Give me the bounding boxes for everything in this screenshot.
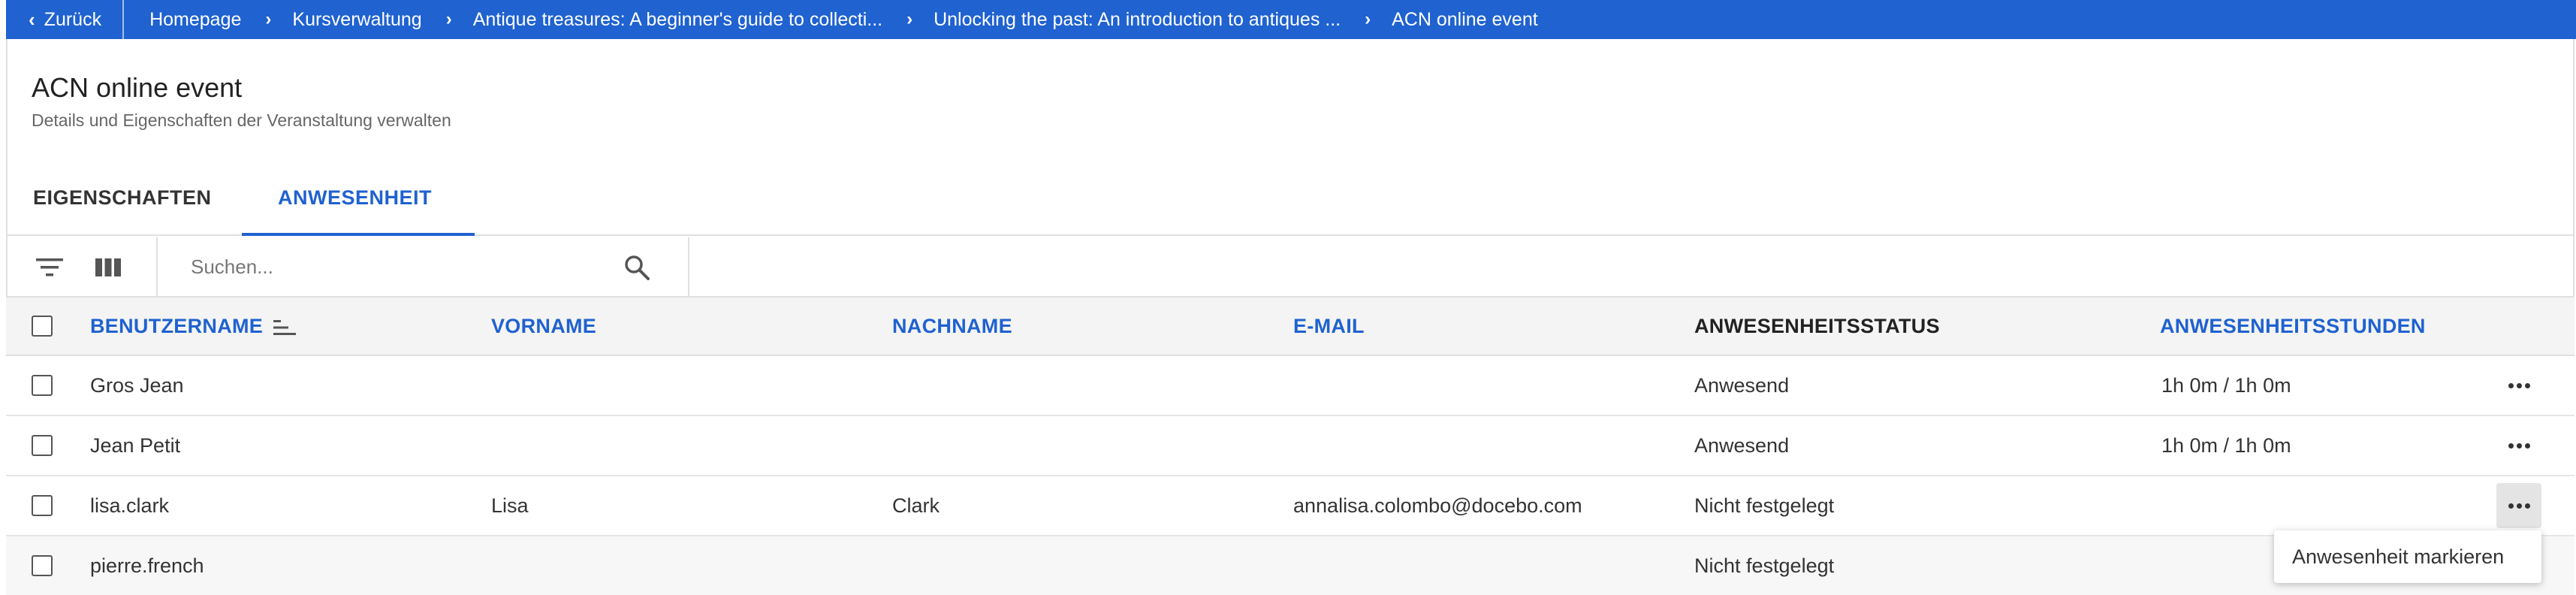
row-actions-menu: Anwesenheit markieren [2274,530,2541,583]
more-icon[interactable] [2496,423,2541,468]
table-row[interactable]: pierre.french Nicht festgelegt [6,536,2574,595]
column-header-lastname[interactable]: NACHNAME [892,298,1012,355]
more-icon[interactable] [2496,483,2541,528]
tab-bar: EIGENSCHAFTEN ANWESENHEIT [6,173,2574,236]
search-icon[interactable] [622,252,652,282]
breadcrumb-item-course-management[interactable]: Kursverwaltung [292,9,421,31]
tab-properties[interactable]: EIGENSCHAFTEN [33,186,212,210]
column-header-firstname[interactable]: VORNAME [491,298,596,355]
chevron-right-icon: › [265,9,272,29]
back-label: Zurück [44,8,102,30]
attendance-table: BENUTZERNAME VORNAME NACHNAME E-MAIL ANW… [6,298,2574,595]
table-row[interactable]: Gros Jean Anwesend 1h 0m / 1h 0m [6,356,2574,416]
table-row[interactable]: lisa.clark Lisa Clark annalisa.colombo@d… [6,476,2574,536]
menu-item-mark-attendance[interactable]: Anwesenheit markieren [2292,545,2504,569]
cell-hours: 1h 0m / 1h 0m [2161,433,2291,457]
chevron-right-icon: › [445,9,452,29]
cell-username: Jean Petit [90,433,181,457]
breadcrumb-item-session[interactable]: Unlocking the past: An introduction to a… [934,9,1341,31]
breadcrumb-item-course[interactable]: Antique treasures: A beginner's guide to… [473,9,882,31]
chevron-right-icon: › [1365,9,1371,29]
breadcrumb: Homepage › Kursverwaltung › Antique trea… [124,9,1538,31]
column-header-status: ANWESENHEITSSTATUS [1694,314,1940,337]
column-header-email[interactable]: E-MAIL [1293,298,1365,355]
tab-attendance[interactable]: ANWESENHEIT [278,186,432,210]
select-all-checkbox[interactable] [32,316,53,337]
chevron-right-icon: › [906,9,913,29]
cell-status: Anwesend [1694,433,1790,457]
active-tab-indicator [242,233,475,236]
table-row[interactable]: Jean Petit Anwesend 1h 0m / 1h 0m [6,416,2574,476]
column-header-hours[interactable]: ANWESENHEITSSTUNDEN [2160,298,2426,355]
row-checkbox[interactable] [32,435,53,456]
search-input[interactable] [191,251,611,282]
row-checkbox[interactable] [32,495,53,516]
more-icon[interactable] [2496,363,2541,408]
row-checkbox[interactable] [32,555,53,576]
breadcrumb-bar: ‹ Zurück Homepage › Kursverwaltung › Ant… [6,0,2576,39]
chevron-left-icon: ‹ [29,8,35,31]
page-subtitle: Details und Eigenschaften der Veranstalt… [32,110,451,130]
cell-firstname: Lisa [491,494,529,517]
cell-hours: 1h 0m / 1h 0m [2161,373,2291,397]
breadcrumb-item-current: ACN online event [1392,8,1538,30]
cell-email: annalisa.colombo@docebo.com [1293,494,1582,517]
table-header: BENUTZERNAME VORNAME NACHNAME E-MAIL ANW… [6,298,2574,356]
row-checkbox[interactable] [32,375,53,396]
cell-status: Nicht festgelegt [1694,554,1835,577]
filter-icon[interactable] [35,254,65,281]
search-box [156,237,689,296]
sort-icon[interactable] [273,318,297,335]
columns-icon[interactable] [93,254,123,281]
cell-username: pierre.french [90,554,204,577]
cell-status: Nicht festgelegt [1694,494,1835,517]
cell-status: Anwesend [1694,373,1790,397]
column-header-username[interactable]: BENUTZERNAME [90,298,297,355]
table-toolbar [6,237,2574,298]
cell-username: lisa.clark [90,494,170,517]
cell-lastname: Clark [892,494,940,517]
cell-username: Gros Jean [90,373,184,397]
page-title: ACN online event [32,72,243,103]
page: ‹ Zurück Homepage › Kursverwaltung › Ant… [0,0,2576,595]
breadcrumb-item-homepage[interactable]: Homepage [149,9,241,31]
back-button[interactable]: ‹ Zurück [6,0,125,39]
column-header-label: BENUTZERNAME [90,314,264,337]
